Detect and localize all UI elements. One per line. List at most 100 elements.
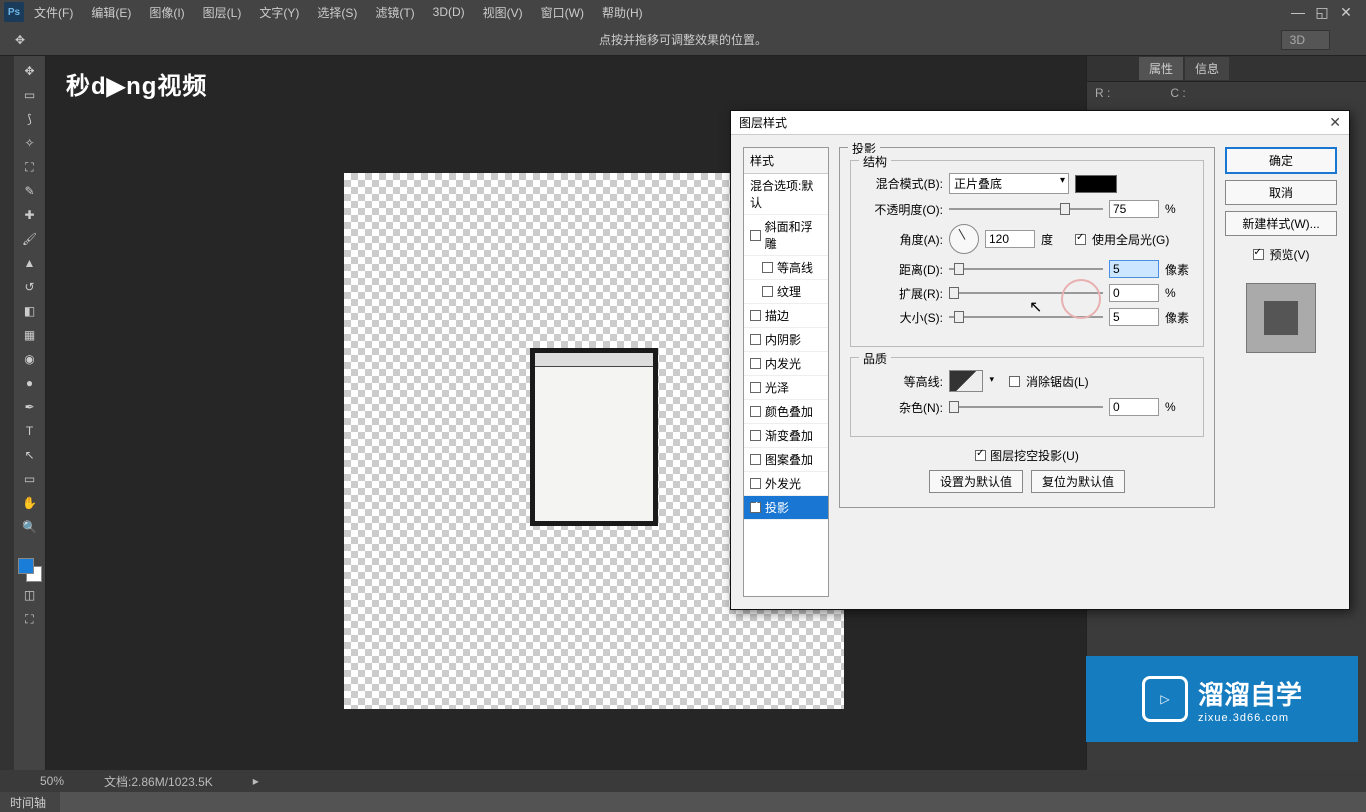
- marquee-tool-icon[interactable]: ▭: [19, 84, 41, 106]
- ok-button[interactable]: 确定: [1225, 147, 1337, 174]
- history-brush-icon[interactable]: ↺: [19, 276, 41, 298]
- distance-slider[interactable]: [949, 263, 1103, 275]
- heal-tool-icon[interactable]: ✚: [19, 204, 41, 226]
- size-slider[interactable]: [949, 311, 1103, 323]
- knockout-checkbox[interactable]: [975, 450, 986, 461]
- style-row-8[interactable]: 渐变叠加: [744, 424, 828, 448]
- spread-slider[interactable]: [949, 287, 1103, 299]
- style-row-10[interactable]: 外发光: [744, 472, 828, 496]
- blend-options-row[interactable]: 混合选项:默认: [744, 174, 828, 215]
- photo-frame-layer[interactable]: [530, 348, 658, 526]
- move-tool-icon[interactable]: ✥: [8, 28, 32, 52]
- pen-tool-icon[interactable]: ✒: [19, 396, 41, 418]
- new-style-button[interactable]: 新建样式(W)...: [1225, 211, 1337, 236]
- status-arrow-icon[interactable]: ▸: [253, 774, 259, 788]
- menu-type[interactable]: 文字(Y): [251, 1, 307, 24]
- quickmask-icon[interactable]: ◫: [19, 584, 41, 606]
- gradient-tool-icon[interactable]: ▦: [19, 324, 41, 346]
- eraser-tool-icon[interactable]: ◧: [19, 300, 41, 322]
- path-tool-icon[interactable]: ↖: [19, 444, 41, 466]
- menu-image[interactable]: 图像(I): [141, 1, 192, 24]
- timeline-tab[interactable]: 时间轴: [0, 792, 60, 812]
- type-tool-icon[interactable]: T: [19, 420, 41, 442]
- tab-info[interactable]: 信息: [1185, 57, 1229, 80]
- wand-tool-icon[interactable]: ✧: [19, 132, 41, 154]
- style-row-6[interactable]: 光泽: [744, 376, 828, 400]
- style-checkbox[interactable]: [750, 454, 761, 465]
- shape-tool-icon[interactable]: ▭: [19, 468, 41, 490]
- noise-input[interactable]: [1109, 398, 1159, 416]
- blur-tool-icon[interactable]: ◉: [19, 348, 41, 370]
- blend-mode-select[interactable]: 正片叠底: [949, 173, 1069, 194]
- noise-slider[interactable]: [949, 401, 1103, 413]
- menu-file[interactable]: 文件(F): [26, 1, 81, 24]
- contour-picker[interactable]: [949, 370, 983, 392]
- style-row-2[interactable]: 纹理: [744, 280, 828, 304]
- menu-window[interactable]: 窗口(W): [533, 1, 592, 24]
- opacity-input[interactable]: [1109, 200, 1159, 218]
- style-row-11[interactable]: 投影: [744, 496, 828, 520]
- menu-help[interactable]: 帮助(H): [594, 1, 651, 24]
- move-tool-icon[interactable]: ✥: [19, 60, 41, 82]
- menu-view[interactable]: 视图(V): [475, 1, 531, 24]
- cancel-button[interactable]: 取消: [1225, 180, 1337, 205]
- zoom-readout[interactable]: 50%: [40, 774, 64, 788]
- style-checkbox[interactable]: [750, 406, 761, 417]
- shadow-color-swatch[interactable]: [1075, 175, 1117, 193]
- hand-tool-icon[interactable]: ✋: [19, 492, 41, 514]
- left-collapse-bar[interactable]: [0, 56, 14, 770]
- maximize-button[interactable]: ◱: [1314, 4, 1330, 20]
- style-checkbox[interactable]: [762, 262, 773, 273]
- opacity-slider[interactable]: [949, 203, 1103, 215]
- global-light-checkbox[interactable]: [1075, 234, 1086, 245]
- size-input[interactable]: [1109, 308, 1159, 326]
- lasso-tool-icon[interactable]: ⟆: [19, 108, 41, 130]
- style-row-1[interactable]: 等高线: [744, 256, 828, 280]
- style-row-7[interactable]: 颜色叠加: [744, 400, 828, 424]
- style-checkbox[interactable]: [750, 358, 761, 369]
- style-checkbox[interactable]: [750, 478, 761, 489]
- set-default-button[interactable]: 设置为默认值: [929, 470, 1023, 493]
- menu-3d[interactable]: 3D(D): [425, 2, 473, 22]
- style-list-header[interactable]: 样式: [744, 148, 828, 174]
- style-row-9[interactable]: 图案叠加: [744, 448, 828, 472]
- eyedropper-tool-icon[interactable]: ✎: [19, 180, 41, 202]
- preview-checkbox[interactable]: [1253, 249, 1264, 260]
- style-row-5[interactable]: 内发光: [744, 352, 828, 376]
- style-checkbox[interactable]: [750, 230, 761, 241]
- dodge-tool-icon[interactable]: ●: [19, 372, 41, 394]
- dialog-titlebar[interactable]: 图层样式 ✕: [731, 111, 1349, 135]
- menu-edit[interactable]: 编辑(E): [83, 1, 139, 24]
- brush-tool-icon[interactable]: 🖌: [19, 228, 41, 250]
- fg-color-swatch[interactable]: [18, 558, 34, 574]
- stamp-tool-icon[interactable]: ▲: [19, 252, 41, 274]
- distance-input[interactable]: [1109, 260, 1159, 278]
- screenmode-icon[interactable]: ⛶: [19, 608, 41, 630]
- style-row-3[interactable]: 描边: [744, 304, 828, 328]
- style-checkbox[interactable]: [750, 310, 761, 321]
- style-checkbox[interactable]: [762, 286, 773, 297]
- spread-input[interactable]: [1109, 284, 1159, 302]
- style-checkbox[interactable]: [750, 334, 761, 345]
- angle-input[interactable]: [985, 230, 1035, 248]
- tab-properties[interactable]: 属性: [1139, 57, 1183, 80]
- crop-tool-icon[interactable]: ⛶: [19, 156, 41, 178]
- antialias-checkbox[interactable]: [1009, 376, 1020, 387]
- style-row-4[interactable]: 内阴影: [744, 328, 828, 352]
- style-row-0[interactable]: 斜面和浮雕: [744, 215, 828, 256]
- angle-dial[interactable]: [949, 224, 979, 254]
- menu-select[interactable]: 选择(S): [309, 1, 365, 24]
- style-checkbox[interactable]: [750, 382, 761, 393]
- color-swatches[interactable]: [18, 558, 42, 582]
- doc-info[interactable]: 文档:2.86M/1023.5K: [104, 773, 213, 790]
- zoom-tool-icon[interactable]: 🔍: [19, 516, 41, 538]
- style-checkbox[interactable]: [750, 430, 761, 441]
- minimize-button[interactable]: —: [1290, 4, 1306, 20]
- menu-layer[interactable]: 图层(L): [195, 1, 250, 24]
- workspace-select[interactable]: 3D: [1281, 30, 1330, 50]
- style-checkbox[interactable]: [750, 502, 761, 513]
- close-button[interactable]: ✕: [1338, 4, 1354, 20]
- menu-filter[interactable]: 滤镜(T): [367, 1, 422, 24]
- reset-default-button[interactable]: 复位为默认值: [1031, 470, 1125, 493]
- dialog-close-icon[interactable]: ✕: [1329, 114, 1341, 131]
